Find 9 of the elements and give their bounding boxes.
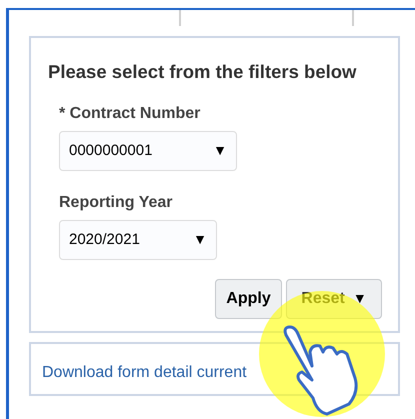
dropdown-field[interactable]: 0000000001 ▼ [59, 130, 237, 171]
field-label: Reporting Year [59, 192, 174, 213]
dropdown-field[interactable]: 2020/2021 ▼ [59, 220, 217, 260]
field-label: * Contract Number [59, 104, 202, 124]
reset-menu-button[interactable]: Reset ▼ [286, 278, 382, 319]
download-link[interactable]: Download form detail current [42, 361, 247, 385]
tab[interactable] [179, 10, 354, 26]
panel-title: Please select from the filters below [48, 60, 358, 84]
apply-button[interactable]: Apply [215, 278, 282, 319]
